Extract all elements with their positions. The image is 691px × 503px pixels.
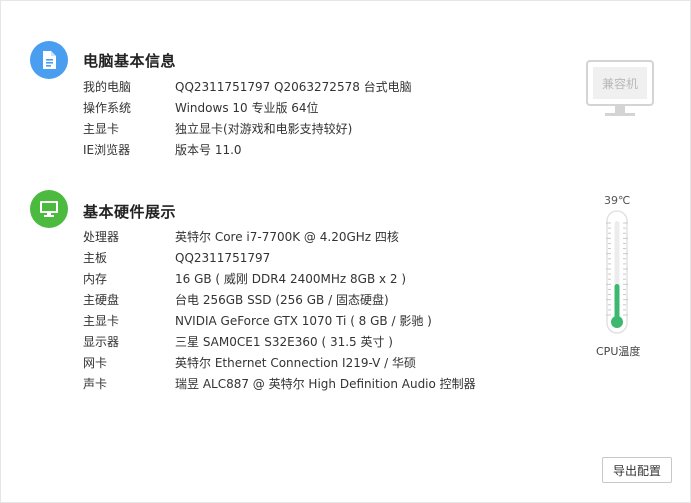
- hardware-label: 主显卡: [83, 314, 120, 328]
- info-value: 独立显卡(对游戏和电影支持较好): [175, 122, 353, 136]
- info-value: 版本号 11.0: [175, 143, 242, 157]
- info-label: 主显卡: [83, 122, 120, 136]
- hardware-value: 三星 SAM0CE1 S32E360 ( 31.5 英寸 ): [175, 335, 393, 349]
- cpu-temp-label: CPU温度: [596, 345, 641, 358]
- hardware-title: 基本硬件展示: [83, 203, 177, 221]
- hardware-label: 内存: [83, 272, 108, 286]
- hardware-label: 主硬盘: [83, 293, 120, 307]
- hardware-value: 16 GB ( 威刚 DDR4 2400MHz 8GB x 2 ): [175, 272, 407, 286]
- hardware-value: 英特尔 Core i7-7700K @ 4.20GHz 四核: [175, 230, 399, 244]
- hardware-value: 瑞昱 ALC887 @ 英特尔 High Definition Audio 控制…: [175, 377, 476, 391]
- hardware-label: 显示器: [83, 335, 120, 349]
- cpu-temp-value: 39℃: [604, 194, 631, 207]
- thermometer-level: [614, 284, 620, 321]
- thermometer-icon: [606, 210, 628, 334]
- hardware-value: QQ2311751797: [175, 251, 271, 265]
- basic-info-title: 电脑基本信息: [83, 52, 177, 70]
- hardware-label: 声卡: [83, 377, 108, 391]
- window-frame: 电脑基本信息 我的电脑 QQ2311751797 Q2063272578 台式电…: [0, 0, 691, 503]
- monitor-hardware-icon: [30, 190, 68, 228]
- compat-badge: 兼容机: [585, 59, 655, 121]
- hardware-label: 网卡: [83, 356, 108, 370]
- hardware-label: 处理器: [83, 230, 120, 244]
- document-icon: [30, 41, 68, 79]
- info-value: QQ2311751797 Q2063272578 台式电脑: [175, 80, 412, 94]
- hardware-label: 主板: [83, 251, 108, 265]
- hardware-value: 英特尔 Ethernet Connection I219-V / 华硕: [175, 356, 416, 370]
- info-label: 操作系统: [83, 101, 132, 115]
- info-value: Windows 10 专业版 64位: [175, 101, 319, 115]
- hardware-value: NVIDIA GeForce GTX 1070 Ti ( 8 GB / 影驰 ): [175, 314, 432, 328]
- compat-label: 兼容机: [601, 77, 638, 91]
- export-config-button[interactable]: 导出配置: [602, 457, 672, 483]
- hardware-value: 台电 256GB SSD (256 GB / 固态硬盘): [175, 293, 389, 307]
- info-label: IE浏览器: [83, 143, 131, 157]
- thermometer-bulb: [611, 316, 623, 328]
- info-label: 我的电脑: [83, 80, 132, 94]
